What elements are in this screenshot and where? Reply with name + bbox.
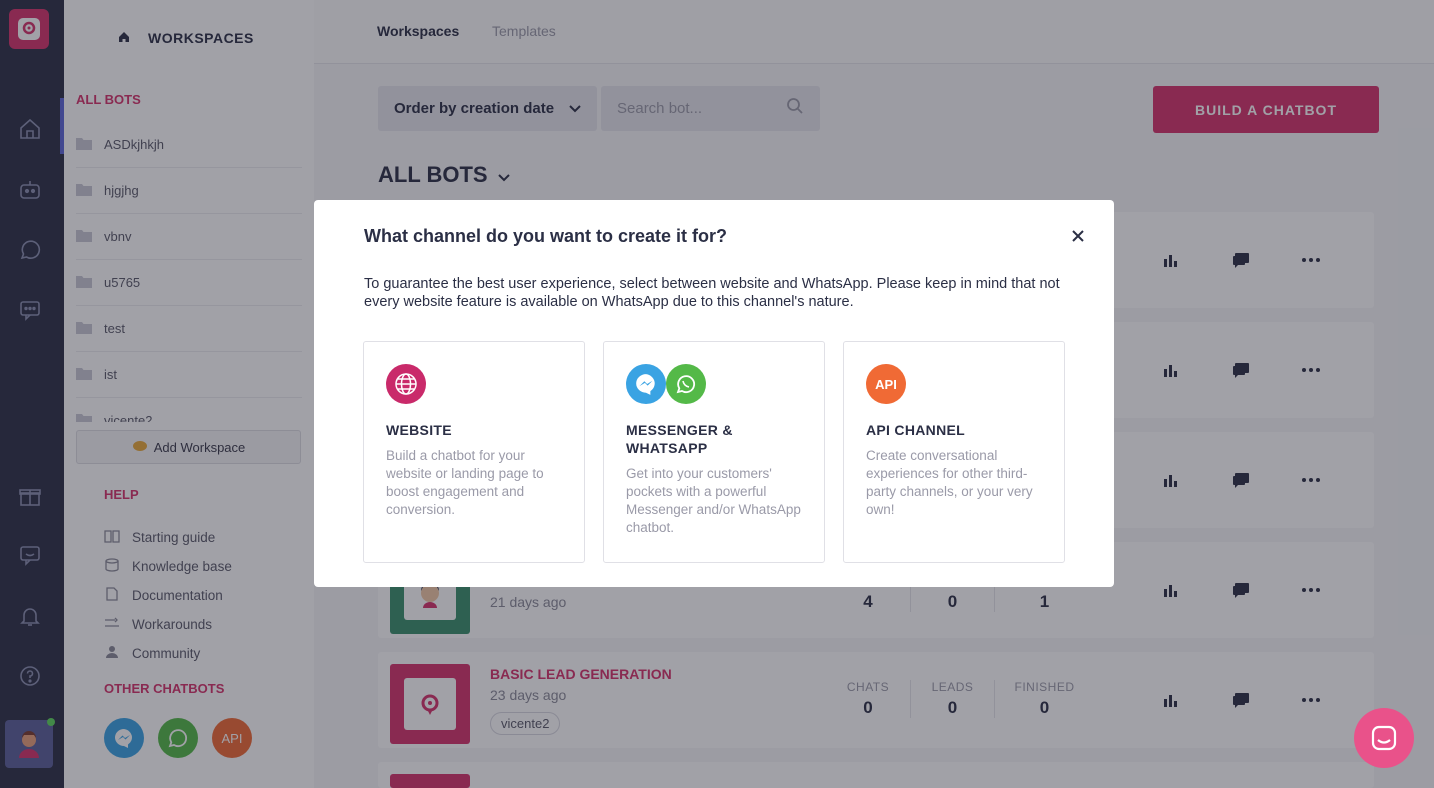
website-option[interactable]: WEBSITE Build a chatbot for your website… — [363, 341, 585, 563]
modal-description: To guarantee the best user experience, s… — [364, 276, 1060, 310]
option-title: API CHANNEL — [866, 422, 965, 438]
option-description: Build a chatbot for your website or land… — [386, 448, 544, 517]
api-channel-option[interactable]: API API CHANNEL Create conversational ex… — [843, 341, 1065, 563]
option-title: MESSENGER & WHATSAPP — [626, 422, 733, 456]
whatsapp-icon — [666, 364, 706, 404]
support-chat-button[interactable] — [1354, 708, 1414, 768]
channel-modal: What channel do you want to create it fo… — [314, 200, 1114, 587]
option-title: WEBSITE — [386, 422, 452, 438]
option-description: Get into your customers' pockets with a … — [626, 466, 801, 535]
messenger-icon — [626, 364, 666, 404]
option-description: Create conversational experiences for ot… — [866, 448, 1033, 517]
modal-title: What channel do you want to create it fo… — [364, 226, 728, 246]
close-icon[interactable] — [1067, 226, 1089, 246]
messenger-whatsapp-option[interactable]: MESSENGER & WHATSAPP Get into your custo… — [603, 341, 825, 563]
globe-icon — [386, 364, 426, 404]
api-icon: API — [866, 364, 906, 404]
